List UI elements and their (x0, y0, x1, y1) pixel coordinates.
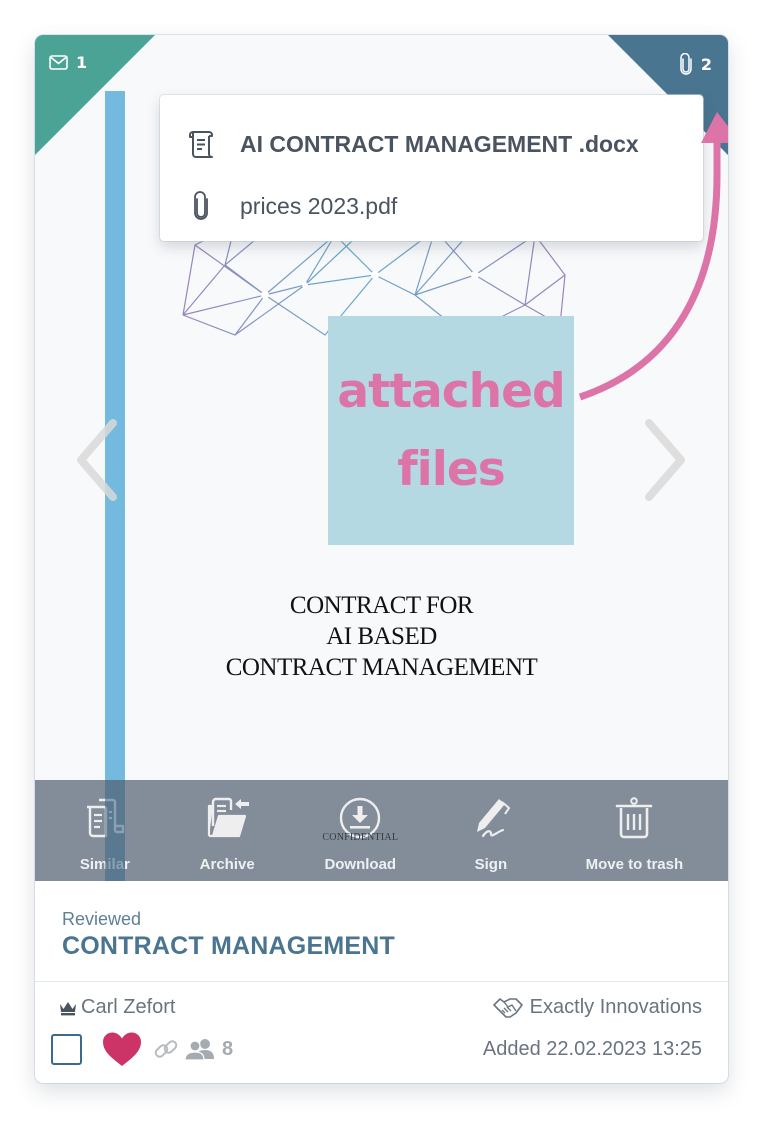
status-label: Reviewed (62, 909, 142, 929)
document-preview[interactable]: attached files CONTRACT FOR AI BASED CON… (35, 35, 728, 881)
attachment-item-pdf[interactable]: prices 2023.pdf (160, 175, 703, 237)
scroll-document-icon (184, 127, 218, 161)
attachment-item-docx[interactable]: AI CONTRACT MANAGEMENT .docx (160, 113, 703, 175)
action-move-to-trash[interactable]: Move to trash (585, 780, 684, 873)
document-title-line: CONTRACT FOR (289, 592, 474, 619)
users-icon (184, 1039, 214, 1060)
annotation-text-line-1: attached (337, 363, 565, 419)
document-cover-title: CONTRACT FOR AI BASED CONTRACT MANAGEMEN… (35, 590, 728, 683)
crown-icon (60, 1001, 76, 1015)
annotation-text-line-2: files (397, 441, 506, 497)
document-meta: Carl Zefort Exactly Innovations 8 Added … (35, 982, 728, 1083)
document-title[interactable]: CONTRACT MANAGEMENT (62, 932, 728, 961)
link-icon[interactable] (152, 1035, 180, 1063)
handshake-icon (492, 997, 523, 1018)
attachments-badge[interactable]: 2 (679, 53, 712, 75)
action-label: Move to trash (585, 856, 684, 873)
shared-count: 8 (222, 1037, 234, 1060)
company-name: Exactly Innovations (529, 996, 702, 1018)
heart-icon[interactable] (101, 1031, 143, 1067)
attachment-filename: AI CONTRACT MANAGEMENT .docx (240, 130, 639, 157)
document-card[interactable]: attached files CONTRACT FOR AI BASED CON… (35, 35, 728, 1083)
action-download[interactable]: CONFIDENTIAL Download (322, 780, 399, 873)
select-checkbox[interactable] (51, 1033, 82, 1065)
confidential-watermark: CONFIDENTIAL (322, 832, 399, 843)
action-sign[interactable]: Sign (466, 780, 516, 873)
action-label: Archive (199, 856, 255, 873)
paperclip-icon (680, 53, 692, 75)
sign-pen-icon (466, 796, 516, 840)
company: Exactly Innovations (492, 996, 702, 1019)
added-timestamp: Added 22.02.2023 13:25 (482, 1037, 702, 1060)
annotation-box: attached files (328, 316, 574, 545)
envelope-icon (49, 55, 68, 70)
attachments-dropdown: AI CONTRACT MANAGEMENT .docx prices 2023… (160, 95, 703, 241)
action-archive[interactable]: Archive (200, 780, 255, 873)
owner: Carl Zefort (51, 996, 175, 1019)
document-title-line: AI BASED (326, 623, 437, 650)
action-label: Download (324, 856, 397, 873)
owner-name: Carl Zefort (81, 996, 176, 1018)
blue-scroll-bar-overlay (105, 780, 125, 881)
attachment-filename: prices 2023.pdf (240, 192, 398, 219)
shared-users[interactable]: 8 (184, 1038, 233, 1061)
messages-badge[interactable]: 1 (49, 53, 87, 72)
document-info: Reviewed CONTRACT MANAGEMENT (35, 881, 728, 981)
previous-page-arrow[interactable] (73, 415, 123, 505)
next-page-arrow[interactable] (639, 415, 689, 505)
trash-icon (609, 796, 659, 840)
attachments-count: 2 (700, 54, 712, 74)
action-label: Sign (474, 856, 508, 873)
action-bar: Similar Archive (35, 780, 728, 881)
messages-count: 1 (76, 53, 88, 72)
paperclip-icon (184, 189, 218, 223)
document-title-line: CONTRACT MANAGEMENT (225, 654, 538, 681)
archive-folder-icon (202, 796, 252, 840)
